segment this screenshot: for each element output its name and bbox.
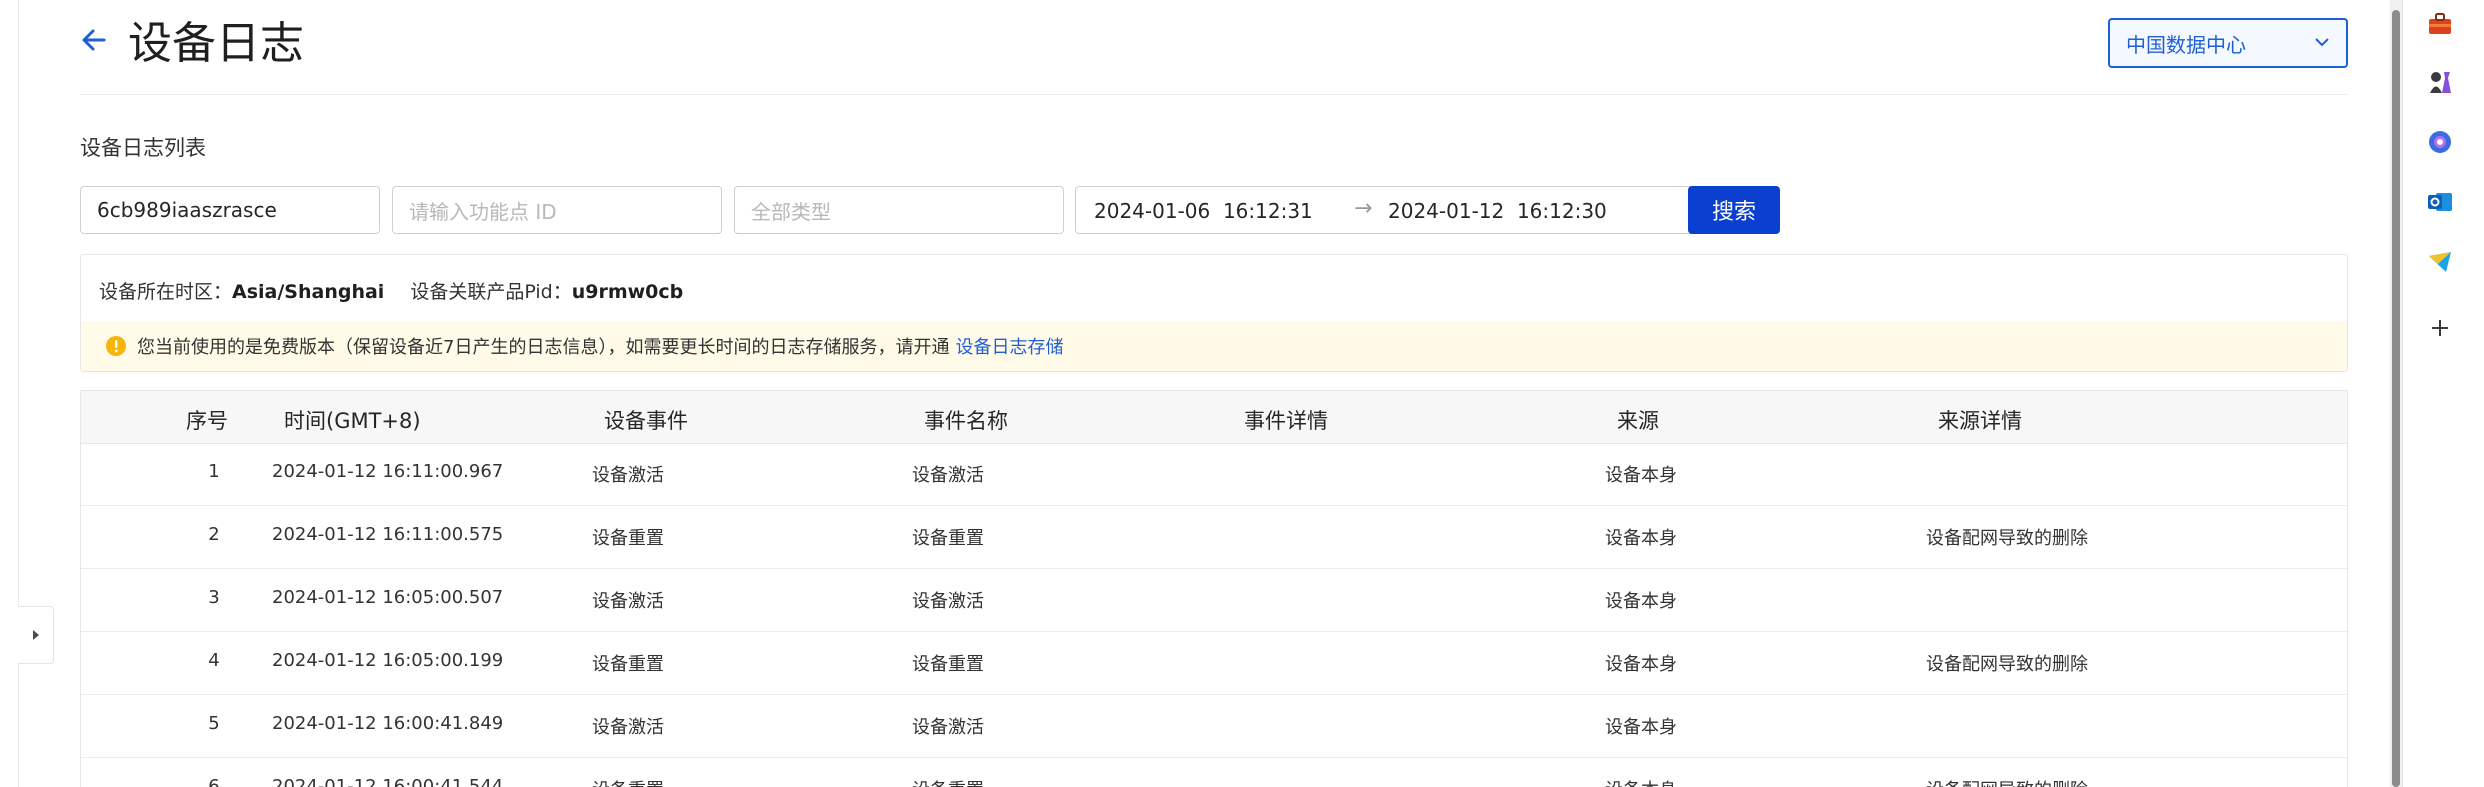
- table-header: 序号 时间(GMT+8) 设备事件 事件名称 事件详情 来源 来源详情: [81, 391, 2347, 444]
- table-row: 1 2024-01-12 16:11:00.967 设备激活 设备激活 设备本身: [81, 443, 2347, 506]
- datacenter-select[interactable]: 中国数据中心: [2108, 18, 2348, 68]
- table-row: 4 2024-01-12 16:05:00.199 设备重置 设备重置 设备本身 设备配网…: [81, 632, 2347, 695]
- column-header-event-name: 事件名称: [924, 409, 1008, 433]
- table-row: 5 2024-01-12 16:00:41.849 设备激活 设备激活 设备本身: [81, 695, 2347, 758]
- table-row: 3 2024-01-12 16:05:00.507 设备激活 设备激活 设备本身: [81, 569, 2347, 632]
- chevron-down-icon: [2315, 38, 2329, 47]
- column-header-event-detail: 事件详情: [1244, 409, 1328, 433]
- cell-source: 设备本身: [1605, 528, 1677, 549]
- sidebar-expand-toggle[interactable]: [18, 606, 54, 664]
- function-id-input[interactable]: 请输入功能点 ID: [392, 186, 722, 234]
- date-range-picker[interactable]: 2024-01-06 16:12:31 → 2024-01-12 16:12:3…: [1075, 186, 1755, 234]
- left-border: [18, 0, 19, 787]
- cell-source-detail: 设备配网导致的删除: [1926, 776, 2088, 787]
- cell-time: 2024-01-12 16:11:00.967: [272, 461, 504, 482]
- cell-index: 2: [208, 524, 220, 545]
- cell-event: 设备重置: [592, 528, 664, 549]
- free-version-notice: 您当前使用的是免费版本（保留设备近7日产生的日志信息），如需要更长时间的日志存储…: [81, 321, 2347, 371]
- pid-label: 设备关联产品Pid：: [410, 281, 572, 303]
- cell-event: 设备重置: [592, 654, 664, 675]
- cell-time: 2024-01-12 16:00:41.849: [272, 713, 504, 734]
- cell-time: 2024-01-12 16:11:00.575: [272, 524, 504, 545]
- rail-divider: [2402, 0, 2403, 787]
- cell-event: 设备激活: [592, 717, 664, 738]
- log-storage-link[interactable]: 设备日志存储: [955, 333, 1063, 359]
- device-id-input[interactable]: 6cb989iaaszrasce: [80, 186, 380, 234]
- cell-time: 2024-01-12 16:05:00.199: [272, 650, 504, 671]
- page-title: 设备日志: [128, 18, 304, 69]
- cell-source-detail: 设备配网导致的删除: [1926, 528, 2088, 549]
- cell-source: 设备本身: [1605, 591, 1677, 612]
- scrollbar-thumb[interactable]: [2392, 10, 2400, 787]
- section-title: 设备日志列表: [80, 136, 206, 160]
- outlook-icon[interactable]: [2424, 186, 2456, 218]
- column-header-time: 时间(GMT+8): [284, 409, 421, 433]
- table-row: 6 2024-01-12 16:00:41.544 设备重置 设备重置 设备本身 设备配网…: [81, 758, 2347, 787]
- toolbox-icon[interactable]: [2424, 8, 2456, 40]
- cell-event-name: 设备激活: [912, 465, 984, 486]
- browser-side-rail: [2390, 0, 2484, 787]
- cell-time: 2024-01-12 16:05:00.507: [272, 587, 504, 608]
- cell-source: 设备本身: [1605, 717, 1677, 738]
- timezone-value: Asia/Shanghai: [232, 281, 385, 303]
- device-info-row: 设备所在时区：Asia/Shanghai 设备关联产品Pid：u9rmw0cb: [99, 277, 683, 304]
- cell-event: 设备激活: [592, 465, 664, 486]
- warning-icon: [106, 336, 126, 356]
- column-header-source-detail: 来源详情: [1938, 409, 2022, 433]
- cell-source: 设备本身: [1605, 465, 1677, 486]
- device-info-box: 设备所在时区：Asia/Shanghai 设备关联产品Pid：u9rmw0cb 您…: [80, 254, 2348, 372]
- page-header: 设备日志 中国数据中心: [80, 12, 2348, 95]
- timezone-label: 设备所在时区：: [99, 281, 233, 303]
- column-header-event: 设备事件: [604, 409, 688, 433]
- cell-source-detail: 设备配网导致的删除: [1926, 654, 2088, 675]
- cell-source: 设备本身: [1605, 776, 1677, 787]
- notice-text: 您当前使用的是免费版本（保留设备近7日产生的日志信息），如需要更长时间的日志存储…: [137, 337, 950, 358]
- back-arrow-icon[interactable]: [80, 26, 108, 54]
- column-header-source: 来源: [1617, 409, 1659, 433]
- cell-event: 设备重置: [592, 776, 664, 787]
- date-start[interactable]: 2024-01-06 16:12:31: [1094, 199, 1313, 223]
- cell-event-name: 设备激活: [912, 717, 984, 738]
- device-log-table: 序号 时间(GMT+8) 设备事件 事件名称 事件详情 来源 来源详情 1 202…: [80, 390, 2348, 787]
- cell-event: 设备激活: [592, 591, 664, 612]
- event-type-select[interactable]: 全部类型: [734, 186, 1064, 234]
- cell-event-name: 设备激活: [912, 591, 984, 612]
- add-icon[interactable]: [2424, 312, 2456, 344]
- datacenter-select-value: 中国数据中心: [2126, 32, 2246, 57]
- column-header-index: 序号: [186, 409, 228, 433]
- table-row: 2 2024-01-12 16:11:00.575 设备重置 设备重置 设备本身 设备配网…: [81, 506, 2347, 569]
- date-end[interactable]: 2024-01-12 16:12:30: [1388, 199, 1607, 223]
- cell-index: 4: [208, 650, 220, 671]
- cell-event-name: 设备重置: [912, 528, 984, 549]
- chevron-right-icon: [32, 630, 39, 640]
- chess-icon[interactable]: [2424, 66, 2456, 98]
- cell-index: 1: [208, 461, 220, 482]
- send-icon[interactable]: [2424, 246, 2456, 278]
- pid-value: u9rmw0cb: [571, 281, 684, 303]
- cell-event-name: 设备重置: [912, 776, 984, 787]
- cell-source: 设备本身: [1605, 654, 1677, 675]
- cell-index: 5: [208, 713, 220, 734]
- cell-index: 3: [208, 587, 220, 608]
- cell-event-name: 设备重置: [912, 654, 984, 675]
- copilot-icon[interactable]: [2424, 126, 2456, 158]
- search-button[interactable]: 搜索: [1688, 186, 1780, 234]
- cell-time: 2024-01-12 16:00:41.544: [272, 776, 504, 787]
- cell-index: 6: [208, 776, 220, 787]
- table-body: 1 2024-01-12 16:11:00.967 设备激活 设备激活 设备本身 2 202…: [81, 443, 2347, 787]
- range-arrow-icon: →: [1354, 196, 1373, 221]
